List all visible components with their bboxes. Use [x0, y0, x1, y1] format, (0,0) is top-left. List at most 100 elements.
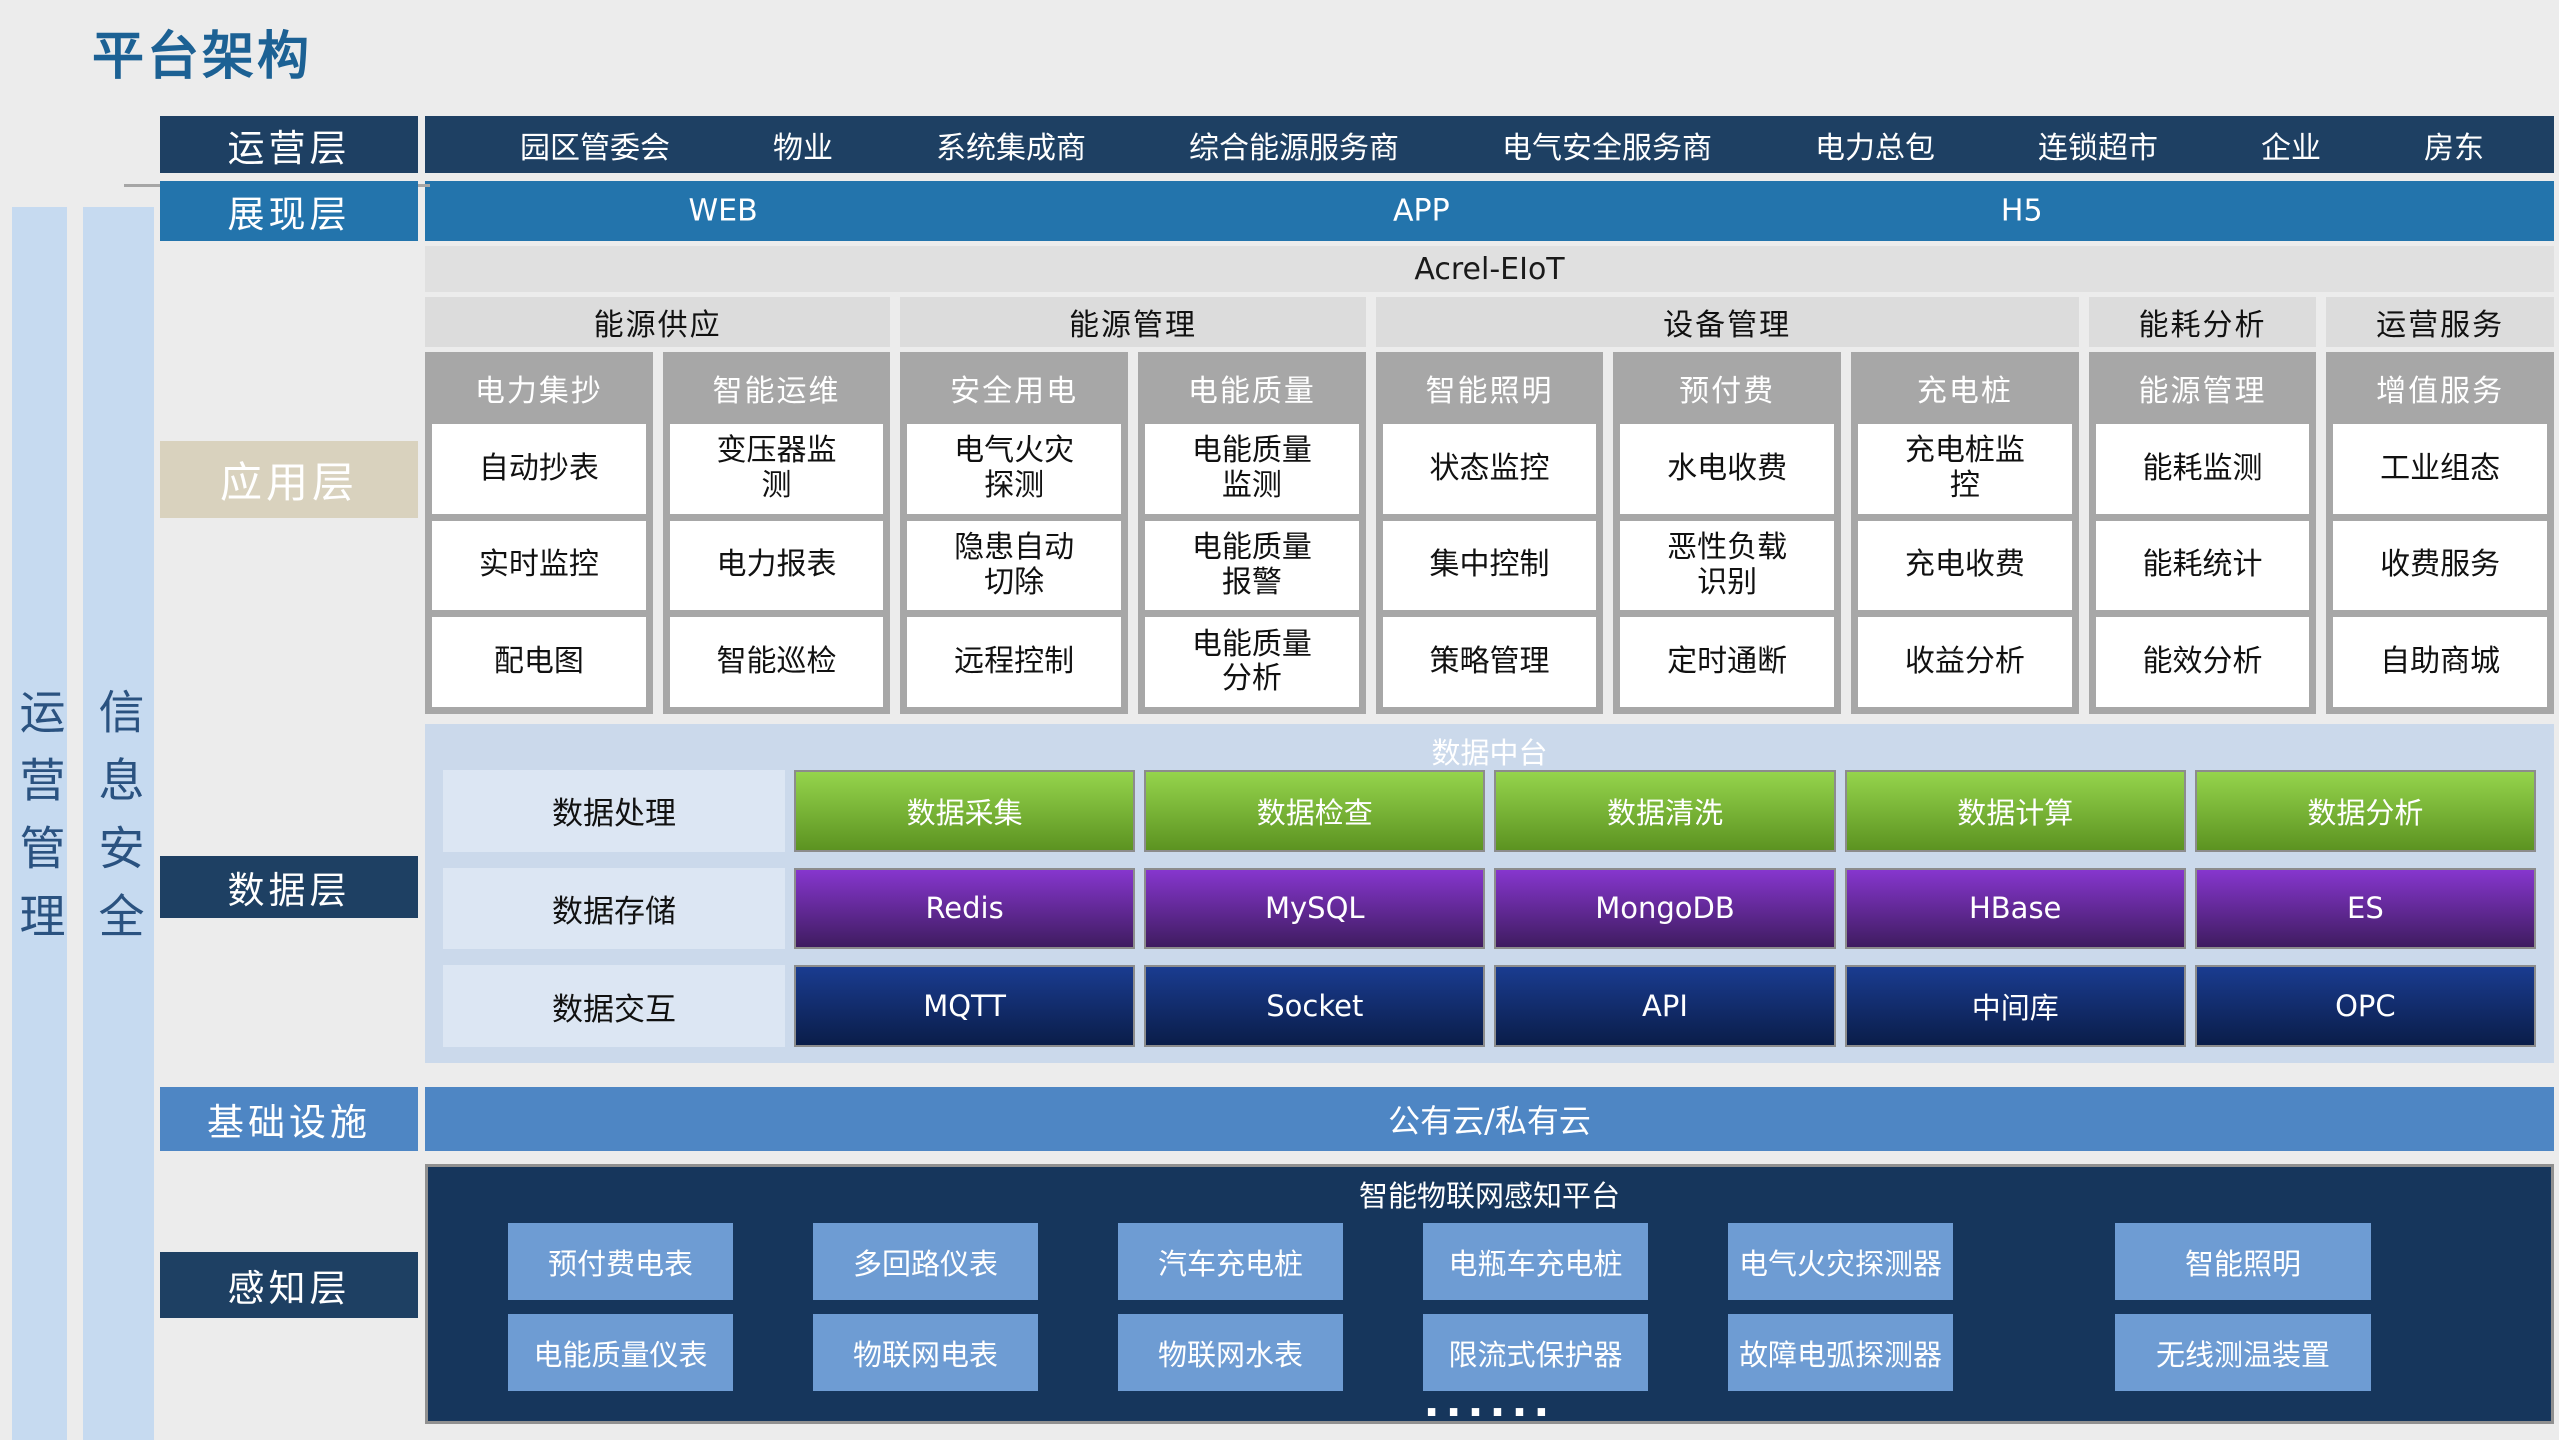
operator-item-3: 综合能源服务商 [1189, 123, 1399, 167]
layer-label-infrastructure: 基础设施 [160, 1087, 418, 1151]
layer-label-data: 数据层 [160, 856, 418, 918]
application-cell-0-2: 配电图 [432, 617, 646, 707]
application-cell-3-1: 电能质量 报警 [1145, 521, 1359, 611]
side-bar-operations-management-label: 运营管理 [7, 688, 73, 960]
application-cell-0-1: 实时监控 [432, 521, 646, 611]
application-column-header-4: 智能照明 [1383, 359, 1597, 417]
data-layer-panel: 数据中台 数据处理数据采集数据检查数据清洗数据计算数据分析数据存储RedisMy… [425, 724, 2554, 1063]
presentation-item-web: WEB [688, 194, 757, 229]
perception-box-1-4: 故障电弧探测器 [1728, 1314, 1953, 1391]
application-cell-1-1: 电力报表 [670, 521, 884, 611]
platform-name: Acrel-EIoT [1414, 252, 1564, 287]
layer-label-operation: 运营层 [160, 116, 418, 173]
perception-box-1-0: 电能质量仪表 [508, 1314, 733, 1391]
data-row-label-2: 数据交互 [443, 965, 785, 1047]
data-box-0-0: 数据采集 [794, 770, 1135, 852]
application-column-4: 智能照明状态监控集中控制策略管理 [1376, 352, 1604, 714]
operator-item-5: 电力总包 [1815, 123, 1935, 167]
data-box-2-0: MQTT [794, 965, 1135, 1047]
presentation-item-h5: H5 [2001, 194, 2043, 229]
application-cell-4-1: 集中控制 [1383, 521, 1597, 611]
presentation-item-app: APP [1393, 194, 1450, 229]
data-box-2-2: API [1494, 965, 1835, 1047]
data-box-0-4: 数据分析 [2195, 770, 2536, 852]
perception-box-1-2: 物联网水表 [1118, 1314, 1343, 1391]
perception-box-0-3: 电瓶车充电桩 [1423, 1223, 1648, 1300]
application-group-3: 能耗分析 [2089, 297, 2317, 347]
data-row-label-1: 数据存储 [443, 868, 785, 950]
operator-item-8: 房东 [2424, 123, 2484, 167]
application-group-1: 能源管理 [900, 297, 1365, 347]
layer-label-application: 应用层 [160, 441, 418, 518]
platform-band: Acrel-EIoT [425, 246, 2554, 292]
operator-item-1: 物业 [773, 123, 833, 167]
data-box-1-4: ES [2195, 868, 2536, 950]
application-group-0: 能源供应 [425, 297, 890, 347]
side-bar-information-security: 信息安全 [83, 207, 154, 1440]
operator-item-4: 电气安全服务商 [1502, 123, 1712, 167]
data-box-2-1: Socket [1144, 965, 1485, 1047]
layer-label-perception: 感知层 [160, 1252, 418, 1318]
perception-box-1-1: 物联网电表 [813, 1314, 1038, 1391]
application-group-4: 运营服务 [2326, 297, 2554, 347]
application-cell-1-0: 变压器监 测 [670, 424, 884, 514]
infrastructure-content: 公有云/私有云 [1388, 1096, 1591, 1142]
perception-box-0-5: 智能照明 [2115, 1223, 2371, 1300]
data-box-1-3: HBase [1845, 868, 2186, 950]
operator-item-0: 园区管委会 [520, 123, 670, 167]
data-box-2-4: OPC [2195, 965, 2536, 1047]
application-cell-7-0: 能耗监测 [2096, 424, 2310, 514]
application-cell-8-0: 工业组态 [2333, 424, 2547, 514]
data-row-label-0: 数据处理 [443, 770, 785, 852]
perception-platform-title: 智能物联网感知平台 [428, 1173, 2551, 1215]
application-cell-6-2: 收益分析 [1858, 617, 2072, 707]
application-column-6: 充电桩充电桩监 控充电收费收益分析 [1851, 352, 2079, 714]
application-column-2: 安全用电电气火灾 探测隐患自动 切除远程控制 [900, 352, 1128, 714]
side-bar-operations-management: 运营管理 [12, 207, 67, 1440]
data-box-0-2: 数据清洗 [1494, 770, 1835, 852]
perception-row-1: 预付费电表 多回路仪表 汽车充电桩 电瓶车充电桩 电气火灾探测器 智能照明 [428, 1223, 2551, 1300]
application-cell-6-0: 充电桩监 控 [1858, 424, 2072, 514]
application-columns: 电力集抄自动抄表实时监控配电图智能运维变压器监 测电力报表智能巡检安全用电电气火… [425, 352, 2554, 714]
application-cell-8-2: 自助商城 [2333, 617, 2547, 707]
application-cell-2-0: 电气火灾 探测 [907, 424, 1121, 514]
data-box-0-1: 数据检查 [1144, 770, 1485, 852]
application-cell-5-1: 恶性负载 识别 [1620, 521, 1834, 611]
application-column-8: 增值服务工业组态收费服务自助商城 [2326, 352, 2554, 714]
application-cell-7-2: 能效分析 [2096, 617, 2310, 707]
data-box-0-3: 数据计算 [1845, 770, 2186, 852]
application-cell-2-2: 远程控制 [907, 617, 1121, 707]
application-column-3: 电能质量电能质量 监测电能质量 报警电能质量 分析 [1138, 352, 1366, 714]
perception-box-0-2: 汽车充电桩 [1118, 1223, 1343, 1300]
application-cell-5-0: 水电收费 [1620, 424, 1834, 514]
presentation-layer-bar: WEB APP H5 [425, 181, 2554, 241]
application-cell-5-2: 定时通断 [1620, 617, 1834, 707]
application-cell-6-1: 充电收费 [1858, 521, 2072, 611]
application-column-header-5: 预付费 [1620, 359, 1834, 417]
application-column-header-7: 能源管理 [2096, 359, 2310, 417]
application-column-0: 电力集抄自动抄表实时监控配电图 [425, 352, 653, 714]
application-column-header-6: 充电桩 [1858, 359, 2072, 417]
perception-box-0-1: 多回路仪表 [813, 1223, 1038, 1300]
application-cell-3-0: 电能质量 监测 [1145, 424, 1359, 514]
application-cell-3-2: 电能质量 分析 [1145, 617, 1359, 707]
application-cell-2-1: 隐患自动 切除 [907, 521, 1121, 611]
application-column-header-2: 安全用电 [907, 359, 1121, 417]
application-column-5: 预付费水电收费恶性负载 识别定时通断 [1613, 352, 1841, 714]
side-bar-information-security-label: 信息安全 [86, 688, 152, 960]
layer-label-presentation: 展现层 [160, 181, 418, 241]
application-cell-0-0: 自动抄表 [432, 424, 646, 514]
infrastructure-bar: 公有云/私有云 [425, 1087, 2554, 1151]
perception-box-0-4: 电气火灾探测器 [1728, 1223, 1953, 1300]
application-cell-4-0: 状态监控 [1383, 424, 1597, 514]
data-platform-title: 数据中台 [425, 730, 2554, 772]
page-title: 平台架构 [92, 14, 312, 89]
architecture-diagram: 平台架构 运营管理 信息安全 运营层 展现层 应用层 数据层 基础设施 感知层 … [0, 0, 2559, 1440]
operator-item-2: 系统集成商 [936, 123, 1086, 167]
perception-more-dots: ...... [428, 1381, 2551, 1423]
operation-layer-bar: 园区管委会物业系统集成商综合能源服务商电气安全服务商电力总包连锁超市企业房东 [425, 116, 2554, 173]
data-box-1-2: MongoDB [1494, 868, 1835, 950]
application-column-header-0: 电力集抄 [432, 359, 646, 417]
application-column-header-3: 电能质量 [1145, 359, 1359, 417]
perception-box-0-0: 预付费电表 [508, 1223, 733, 1300]
